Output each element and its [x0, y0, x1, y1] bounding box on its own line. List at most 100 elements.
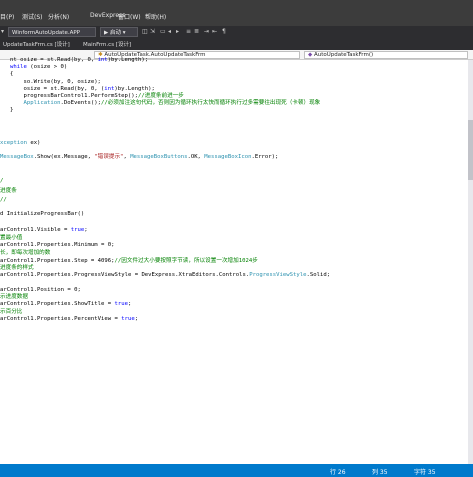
nav-forward-icon[interactable]: ▸	[176, 28, 179, 36]
status-line: 行 26	[330, 469, 346, 476]
code-text: arControl1.Properties.ShowTitle =	[0, 301, 115, 307]
code-line: 示百分比	[0, 309, 22, 316]
scrollbar-thumb[interactable]	[468, 120, 473, 180]
code-line: progressBarControl1.PerformStep();//进度条前…	[10, 93, 184, 100]
tab-updatetaskfrm-design[interactable]: UpdateTaskFrm.cs [设计]	[0, 40, 70, 50]
nav-back-icon[interactable]: ◂	[168, 28, 171, 36]
code-line: MessageBox.Show(ex.Message, "错误提示", Mess…	[0, 154, 278, 161]
code-text: )by.Length);	[114, 86, 155, 92]
code-keyword: true	[70, 227, 85, 233]
code-text: so.Write(by, 0, osize);	[10, 79, 101, 85]
code-text: arControl1.Properties.PercentView =	[0, 316, 122, 322]
code-line: //	[0, 197, 7, 204]
code-text: .Error);	[251, 154, 279, 160]
menu-project[interactable]: 目(P)	[0, 12, 14, 21]
code-keyword: while	[10, 64, 27, 70]
code-text: }	[10, 107, 14, 113]
code-text: ;	[84, 227, 88, 233]
code-line: nt osize = st.Read(by, 0, int)by.Length)…	[10, 57, 148, 64]
code-comment: //因文件过大小要按照字节读，所以设置一次增加1024步	[114, 258, 258, 264]
code-line: arControl1.Properties.Minimum = 0;	[0, 242, 115, 249]
code-line: 示进度数据	[0, 294, 28, 301]
menu-window[interactable]: 窗口(W)	[118, 12, 141, 21]
code-line: xception ex)	[0, 140, 40, 147]
code-keyword: int	[97, 57, 108, 63]
code-text: d InitializeProgressBar()	[0, 211, 85, 217]
code-comment: //必须加注这句代码，否则因为循环执行太快而循环执行过多需要往出现死（卡顿）现象	[100, 100, 321, 106]
code-text: .OK,	[187, 154, 205, 160]
code-comment: //进度条前进一步	[137, 93, 184, 99]
code-text: .DoEvents();	[60, 100, 101, 106]
code-line: /	[0, 178, 3, 185]
code-text: arControl1.Visible =	[0, 227, 71, 233]
code-text: osize = st.Read(by, 0, (	[10, 86, 105, 92]
code-comment: 进度条	[0, 188, 17, 194]
code-line: arControl1.Visible = true;	[0, 227, 88, 234]
code-text: ;	[128, 301, 132, 307]
code-line: 置最小值	[0, 235, 22, 242]
menu-bar	[0, 0, 473, 26]
code-line: 长，即每次增加的数	[0, 250, 50, 257]
bookmark-icon[interactable]: ▭	[160, 28, 166, 36]
code-text: .Solid;	[306, 272, 331, 278]
tab-mainfrm-design[interactable]: MainFrm.cs [设计]	[80, 40, 140, 50]
code-type: MessageBoxButtons	[130, 154, 188, 160]
code-editor[interactable]: nt osize = st.Read(by, 0, int)by.Length)…	[0, 57, 468, 464]
code-text: arControl1.Properties.Step = 4096;	[0, 258, 115, 264]
attach-icon[interactable]: ◫	[142, 28, 148, 36]
step-icon[interactable]: ⇲	[150, 28, 155, 36]
uncomment-icon[interactable]: ≣	[194, 28, 199, 36]
code-line: {	[10, 71, 13, 78]
outdent-icon[interactable]: ⇤	[212, 28, 217, 36]
code-type: ProgressViewStyle	[249, 272, 307, 278]
start-button[interactable]: ▶ 启动 ▾	[100, 27, 138, 37]
code-keyword: int	[104, 86, 115, 92]
code-comment: 进度条的样式	[0, 265, 34, 271]
startup-project-select[interactable]: WinformAutoUpdate.APP	[8, 27, 96, 37]
code-comment: 示百分比	[0, 309, 23, 315]
format-icon[interactable]: ¶	[222, 28, 226, 36]
status-bar	[0, 464, 473, 477]
code-keyword: true	[114, 301, 128, 307]
code-text: .Show(ex.Message,	[33, 154, 95, 160]
code-text: ;	[134, 316, 139, 322]
code-type: Application	[23, 100, 61, 106]
code-text: )by.Length);	[107, 57, 149, 63]
code-text: progressBarControl1.PerformStep();	[10, 93, 138, 99]
code-line: arControl1.Position = 0;	[0, 287, 81, 294]
menu-help[interactable]: 帮助(H)	[145, 12, 166, 21]
code-text: nt osize = st.Read(by, 0,	[10, 57, 98, 63]
code-text: arControl1.Properties.Minimum = 0;	[0, 242, 115, 248]
menu-analyze[interactable]: 分析(N)	[48, 12, 69, 21]
code-comment: 长，即每次增加的数	[0, 250, 51, 256]
code-text: {	[10, 71, 14, 77]
indent-icon[interactable]: ⇥	[204, 28, 209, 36]
code-text: ex)	[26, 140, 41, 146]
code-type: MessageBox	[0, 154, 34, 160]
code-comment: //	[0, 197, 7, 203]
document-tab-strip	[0, 40, 473, 50]
code-keyword: true	[121, 316, 135, 322]
dropdown-arrow-icon[interactable]: ▾	[1, 28, 4, 36]
code-text: arControl1.Position = 0;	[0, 287, 81, 293]
code-line: arControl1.Properties.Step = 4096;//因文件过…	[0, 258, 258, 265]
code-comment: /	[0, 178, 4, 184]
code-string: "错误提示"	[94, 154, 124, 160]
code-line: so.Write(by, 0, osize);	[10, 79, 101, 86]
code-line: arControl1.Properties.ShowTitle = true;	[0, 301, 131, 308]
code-line: osize = st.Read(by, 0, (int)by.Length);	[10, 86, 155, 93]
comment-icon[interactable]: ≡	[186, 28, 191, 36]
code-text: (osize > 0)	[26, 64, 68, 70]
code-type: MessageBoxIcon	[204, 154, 252, 160]
code-line: 进度条	[0, 188, 17, 195]
member-dropdown-label: AutoUpdateTaskFrm()	[313, 52, 374, 58]
code-comment: 置最小值	[0, 235, 23, 241]
member-dropdown[interactable]: ◆ AutoUpdateTaskFrm()	[304, 51, 468, 59]
code-line: 进度条的样式	[0, 265, 34, 272]
code-line: Application.DoEvents();//必须加注这句代码，否则因为循环…	[10, 100, 320, 107]
code-line: arControl1.Properties.ProgressViewStyle …	[0, 272, 330, 279]
menu-test[interactable]: 测试(S)	[22, 12, 43, 21]
code-line: arControl1.Properties.PercentView = true…	[0, 316, 138, 323]
code-line: while (osize > 0)	[10, 64, 67, 71]
